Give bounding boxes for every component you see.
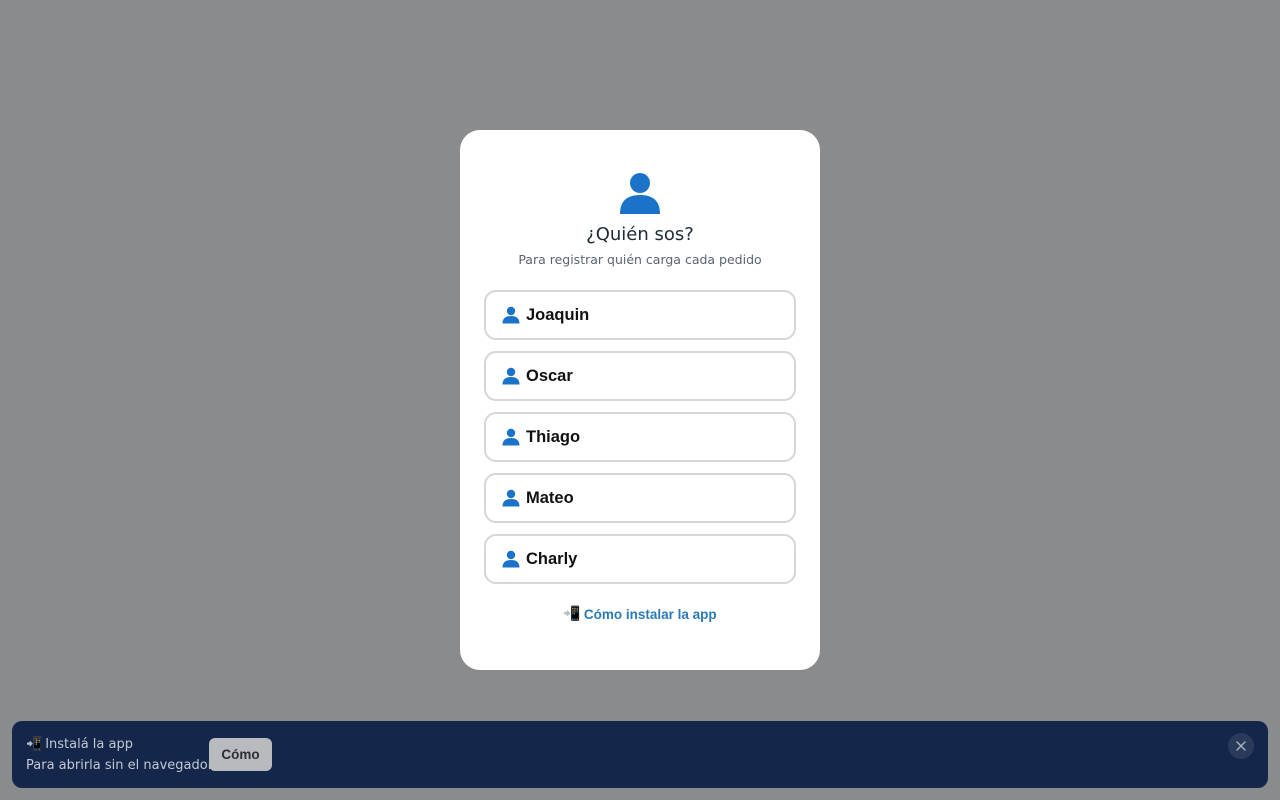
- phone-arrow-icon: 📲: [26, 737, 43, 752]
- install-app-link[interactable]: 📲 Cómo instalar la app: [563, 606, 716, 622]
- user-name: Charly: [526, 549, 578, 568]
- user-list: Joaquin Oscar Thiago Mateo Charly: [484, 290, 796, 584]
- banner-text: 📲 Instalá la app Para abrirla sin el nav…: [26, 734, 216, 776]
- phone-arrow-icon: 📲: [563, 606, 581, 622]
- user-button-thiago[interactable]: Thiago: [484, 412, 796, 462]
- user-button-oscar[interactable]: Oscar: [484, 351, 796, 401]
- banner-how-button[interactable]: Cómo: [209, 738, 272, 771]
- user-icon: [502, 367, 520, 385]
- banner-description: Para abrirla sin el navegador.: [26, 758, 216, 773]
- user-icon: [502, 489, 520, 507]
- user-button-charly[interactable]: Charly: [484, 534, 796, 584]
- user-name: Mateo: [526, 488, 574, 507]
- user-icon: [502, 550, 520, 568]
- user-name: Thiago: [526, 427, 581, 446]
- user-select-modal: ¿Quién sos? Para registrar quién carga c…: [460, 130, 820, 670]
- user-button-joaquin[interactable]: Joaquin: [484, 290, 796, 340]
- install-banner: 📲 Instalá la app Para abrirla sin el nav…: [12, 721, 1268, 788]
- user-name: Oscar: [526, 366, 573, 385]
- modal-subtitle: Para registrar quién carga cada pedido: [518, 252, 762, 267]
- user-icon: [620, 173, 660, 214]
- close-icon: [1236, 741, 1246, 751]
- install-link-label: Cómo instalar la app: [583, 606, 717, 622]
- close-button[interactable]: [1228, 733, 1254, 759]
- user-icon: [502, 428, 520, 446]
- banner-title: Instalá la app: [45, 737, 133, 752]
- user-name: Joaquin: [526, 305, 590, 324]
- user-button-mateo[interactable]: Mateo: [484, 473, 796, 523]
- banner-title-row: 📲 Instalá la app: [26, 734, 216, 755]
- modal-title: ¿Quién sos?: [586, 224, 694, 245]
- user-icon: [502, 306, 520, 324]
